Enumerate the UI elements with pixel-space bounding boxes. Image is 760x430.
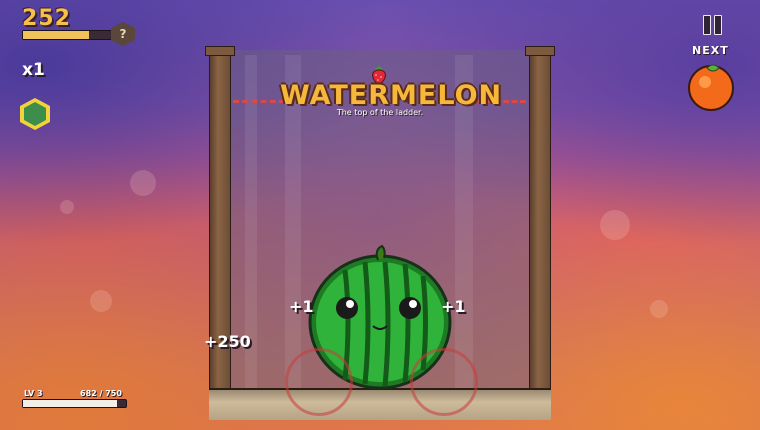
goal-subtitle: The top of the ladder. [336,108,424,117]
watermelon-slice-icon [24,102,46,126]
level-label: LV 3 [24,389,43,398]
bokeh-light [650,300,668,318]
impact-ring [285,348,353,416]
xp-progress-fill [23,400,117,407]
bokeh-light [60,200,74,214]
next-fruit-orange-icon [688,64,734,111]
combo-multiplier: x1 [22,60,45,80]
xp-progress-bar [22,399,127,408]
bokeh-light [90,290,112,312]
next-label: NEXT [692,44,729,57]
pause-icon [714,15,722,35]
bokeh-light [600,210,630,240]
help-button[interactable]: ? [111,22,135,46]
pause-button[interactable] [700,12,724,36]
danger-line [233,100,285,103]
score-value: 252 [22,6,71,31]
floating-plus-right: +1 [441,297,466,316]
impact-ring [410,348,478,416]
container-left-wall [209,50,231,420]
goal-title: WATERMELON [280,80,503,111]
floating-points: +250 [204,332,251,351]
floating-plus-left: +1 [289,297,314,316]
xp-text: 682 / 750 [80,389,122,398]
score-progress-bar [22,30,112,40]
pause-icon [703,15,711,35]
left-post-cap [205,46,235,56]
container-right-wall [529,50,551,420]
score-progress-fill [23,31,89,39]
bokeh-light [130,170,156,196]
right-post-cap [525,46,555,56]
evolution-badge-icon[interactable] [20,98,50,130]
container-floor [209,388,551,420]
